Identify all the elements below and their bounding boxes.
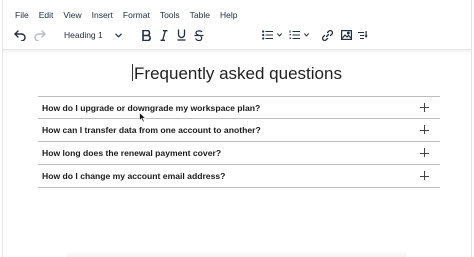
faq-item[interactable]: How do I change my account email address…	[38, 165, 440, 188]
plus-icon[interactable]	[420, 125, 430, 135]
faq-accordion: How do I upgrade or downgrade my workspa…	[38, 96, 440, 188]
page-title: Frequently asked questions	[134, 64, 342, 83]
status-area	[67, 251, 407, 257]
faq-question: How can I transfer data from one account…	[42, 125, 261, 135]
plus-icon[interactable]	[420, 102, 430, 113]
rich-text-editor: File Edit View Insert Format Tools Table…	[2, 0, 472, 257]
plus-icon[interactable]	[420, 171, 430, 181]
editor-content: Frequently asked questions How do I upgr…	[3, 0, 471, 257]
faq-item[interactable]: How long does the renewal payment cover?	[38, 142, 440, 165]
page-title-line[interactable]: Frequently asked questions	[3, 63, 471, 85]
faq-question: How do I change my account email address…	[42, 171, 226, 181]
plus-icon[interactable]	[420, 148, 430, 158]
text-caret	[132, 64, 134, 81]
faq-question: How do I upgrade or downgrade my workspa…	[42, 102, 261, 113]
faq-item[interactable]: How do I upgrade or downgrade my workspa…	[38, 96, 440, 119]
mouse-pointer-icon	[139, 112, 147, 123]
faq-item[interactable]: How can I transfer data from one account…	[38, 119, 440, 142]
faq-question: How long does the renewal payment cover?	[42, 148, 222, 158]
